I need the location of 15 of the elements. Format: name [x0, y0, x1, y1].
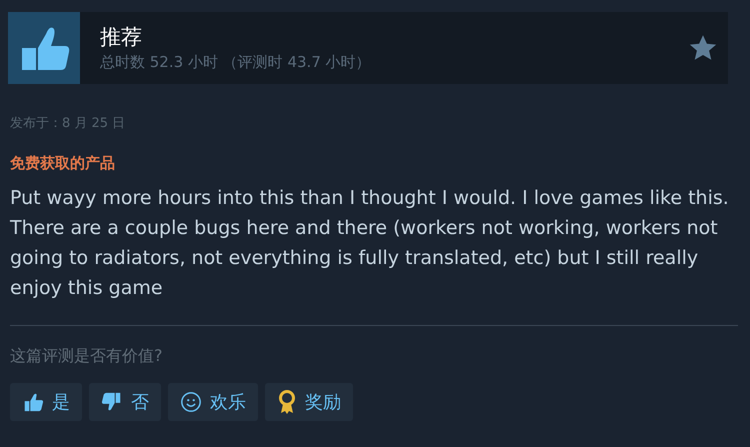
- posted-date: 发布于：8 月 25 日: [10, 115, 126, 132]
- free-product-label: 免费获取的产品: [10, 154, 116, 173]
- award-button[interactable]: 奖励: [265, 383, 353, 421]
- funny-button[interactable]: 欢乐: [168, 383, 258, 421]
- review-text: Put wayy more hours into this than I thought I would. I love games like this. There are a couple bugs here and there (workers not working, workers not going to radiators, not everything is fully translated, etc) but I still really enjoy this game: [10, 186, 730, 301]
- thumbs-down-icon: [101, 391, 123, 413]
- helpful-question: 这篇评测是否有价值?: [10, 346, 164, 367]
- smiley-icon: [180, 391, 202, 413]
- award-star-icon[interactable]: [688, 34, 718, 62]
- medal-icon: [277, 390, 297, 414]
- review-verdict: 推荐: [100, 24, 143, 51]
- yes-button[interactable]: 是: [10, 383, 82, 421]
- thumbs-up-icon: [22, 391, 44, 413]
- no-button[interactable]: 否: [89, 383, 161, 421]
- playtime-text: 总时数 52.3 小时 （评测时 43.7 小时）: [100, 52, 372, 73]
